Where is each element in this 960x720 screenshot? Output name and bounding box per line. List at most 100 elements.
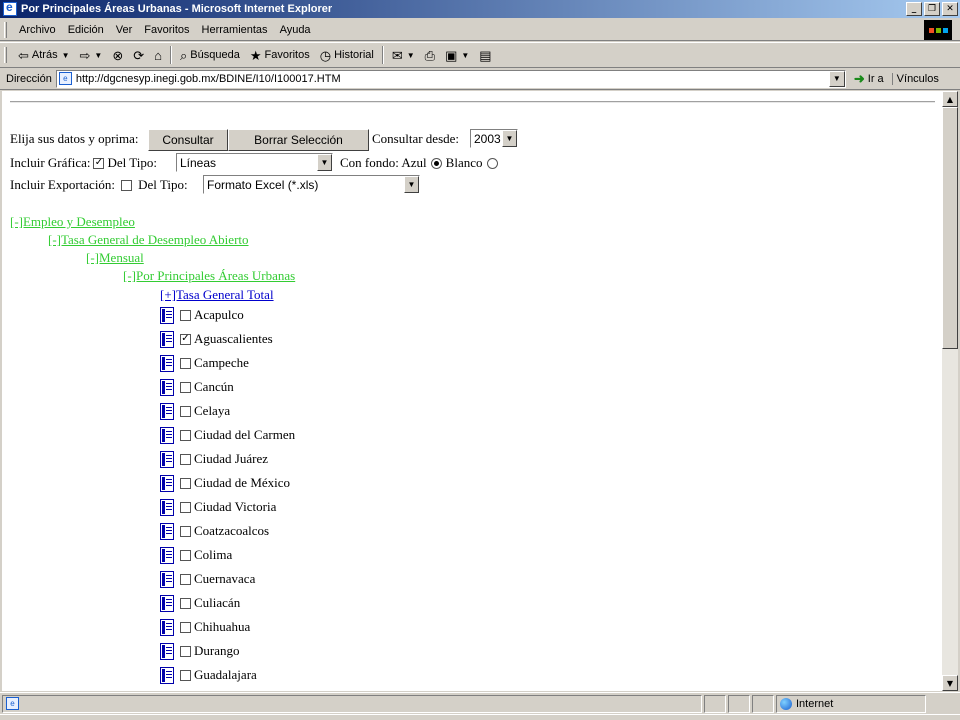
mail-button[interactable]: ✉ ▼ — [387, 49, 420, 62]
tipo-grafica-select[interactable]: Líneas ▼ — [176, 153, 333, 172]
search-button[interactable]: ⌕ Búsqueda — [175, 49, 245, 62]
status-cell — [704, 694, 726, 713]
divider — [10, 101, 935, 103]
city-checkbox[interactable] — [180, 669, 191, 681]
address-input[interactable]: e http://dgcnesyp.inegi.gob.mx/BDINE/I10… — [55, 69, 846, 88]
document-icon[interactable] — [160, 618, 174, 636]
links-button[interactable]: Vínculos — [891, 72, 939, 85]
scroll-down-icon[interactable]: ▼ — [942, 675, 958, 691]
consultar-button[interactable]: Consultar — [148, 129, 228, 151]
document-icon[interactable] — [160, 570, 174, 588]
document-icon[interactable] — [160, 642, 174, 660]
forward-button[interactable]: ⇨ ▼ — [75, 49, 108, 62]
minimize-icon[interactable]: _ — [906, 2, 922, 16]
tree-tasa-general-total[interactable]: [+]Tasa General Total — [160, 287, 274, 303]
con-fondo-label: Con fondo: Azul — [340, 155, 427, 170]
city-checkbox[interactable] — [180, 453, 191, 465]
list-item: Colima — [160, 545, 232, 565]
fondo-blanco-radio[interactable] — [486, 157, 498, 169]
windows-logo-icon — [924, 20, 952, 40]
city-checkbox[interactable] — [180, 357, 191, 369]
chevron-down-icon[interactable]: ▼ — [62, 51, 70, 60]
document-icon[interactable] — [160, 354, 174, 372]
close-icon[interactable]: ✕ — [942, 2, 958, 16]
city-checkbox[interactable] — [180, 549, 191, 561]
back-button[interactable]: ⇦ Atrás ▼ — [13, 49, 75, 62]
home-icon: ⌂ — [154, 47, 163, 63]
grafica-checkbox[interactable]: ✓ — [93, 157, 105, 169]
document-icon[interactable] — [160, 450, 174, 468]
city-checkbox[interactable] — [180, 525, 191, 537]
refresh-button[interactable]: ⟳ — [128, 49, 149, 62]
scroll-thumb[interactable] — [942, 107, 958, 349]
city-checkbox[interactable] — [180, 645, 191, 657]
year-select[interactable]: 2003 ▼ — [470, 129, 518, 148]
scroll-up-icon[interactable]: ▲ — [942, 91, 958, 107]
search-label: Búsqueda — [190, 49, 240, 61]
list-item: Ciudad del Carmen — [160, 425, 295, 445]
fondo-azul-radio[interactable] — [430, 157, 442, 169]
stop-button[interactable]: ⊗ — [107, 49, 128, 62]
address-bar: Dirección e http://dgcnesyp.inegi.gob.mx… — [0, 68, 960, 90]
city-checkbox[interactable] — [180, 381, 191, 393]
vertical-scrollbar[interactable]: ▲ ▼ — [942, 91, 958, 691]
consultar-desde-label: Consultar desde: — [372, 131, 460, 146]
form-row-grafica: Incluir Gráfica: ✓ Del Tipo: Líneas ▼ Co… — [10, 153, 498, 172]
forward-arrow-icon: ⇨ — [79, 47, 91, 63]
city-checkbox[interactable] — [180, 501, 191, 513]
toolbar: ⇦ Atrás ▼ ⇨ ▼ ⊗ ⟳ ⌂ ⌕ Búsqueda ★ Favorit… — [0, 42, 960, 68]
menu-herramientas[interactable]: Herramientas — [196, 24, 274, 36]
chevron-down-icon[interactable]: ▼ — [407, 51, 415, 60]
document-icon[interactable] — [160, 498, 174, 516]
tree-empleo-desempleo[interactable]: [-]Empleo y Desempleo — [10, 214, 135, 230]
window-title: Por Principales Áreas Urbanas - Microsof… — [21, 3, 333, 15]
favorites-button[interactable]: ★ Favoritos — [245, 49, 315, 62]
tree-principales-areas-urbanas[interactable]: [-]Por Principales Áreas Urbanas — [123, 268, 295, 284]
city-checkbox[interactable] — [180, 477, 191, 489]
list-item: Celaya — [160, 401, 230, 421]
document-icon[interactable] — [160, 666, 174, 684]
menu-ver[interactable]: Ver — [110, 24, 139, 36]
city-checkbox[interactable] — [180, 621, 191, 633]
borrar-seleccion-button[interactable]: Borrar Selección — [228, 129, 369, 151]
city-checkbox[interactable] — [180, 429, 191, 441]
city-label: Ciudad de México — [194, 475, 291, 490]
city-checkbox[interactable] — [180, 573, 191, 585]
document-icon[interactable] — [160, 306, 174, 324]
home-button[interactable]: ⌂ — [149, 49, 167, 62]
city-checkbox[interactable] — [180, 405, 191, 417]
chevron-down-icon[interactable]: ▼ — [317, 154, 332, 171]
document-icon[interactable] — [160, 378, 174, 396]
list-item: Acapulco — [160, 305, 244, 325]
tree-tasa-desempleo-abierto[interactable]: [-]Tasa General de Desempleo Abierto — [48, 232, 249, 248]
document-icon[interactable] — [160, 330, 174, 348]
menu-archivo[interactable]: Archivo — [13, 24, 62, 36]
chevron-down-icon[interactable]: ▼ — [502, 130, 517, 147]
restore-icon[interactable]: ❐ — [924, 2, 940, 16]
chevron-down-icon[interactable]: ▼ — [94, 51, 102, 60]
menu-ayuda[interactable]: Ayuda — [274, 24, 317, 36]
chevron-down-icon[interactable]: ▼ — [828, 70, 845, 87]
edit-button[interactable]: ▣ ▼ — [440, 49, 474, 62]
go-button[interactable]: ➜ Ir a — [846, 71, 892, 87]
city-label: Celaya — [194, 403, 231, 418]
chevron-down-icon[interactable]: ▼ — [404, 176, 419, 193]
document-icon[interactable] — [160, 426, 174, 444]
menu-favoritos[interactable]: Favoritos — [138, 24, 195, 36]
discuss-button[interactable]: ▤ — [474, 49, 496, 62]
city-checkbox[interactable] — [180, 309, 191, 321]
print-button[interactable]: ⎙ — [420, 49, 440, 62]
document-icon[interactable] — [160, 402, 174, 420]
tree-mensual[interactable]: [-]Mensual — [86, 250, 144, 266]
document-icon[interactable] — [160, 546, 174, 564]
document-icon[interactable] — [160, 594, 174, 612]
document-icon[interactable] — [160, 474, 174, 492]
city-checkbox[interactable] — [180, 597, 191, 609]
document-icon[interactable] — [160, 522, 174, 540]
city-checkbox[interactable]: ✓ — [180, 333, 191, 345]
exportacion-checkbox[interactable] — [121, 179, 133, 191]
tipo-export-select[interactable]: Formato Excel (*.xls) ▼ — [203, 175, 420, 194]
history-button[interactable]: ◷ Historial — [315, 49, 379, 62]
chevron-down-icon[interactable]: ▼ — [461, 51, 469, 60]
menu-edicion[interactable]: Edición — [62, 24, 110, 36]
